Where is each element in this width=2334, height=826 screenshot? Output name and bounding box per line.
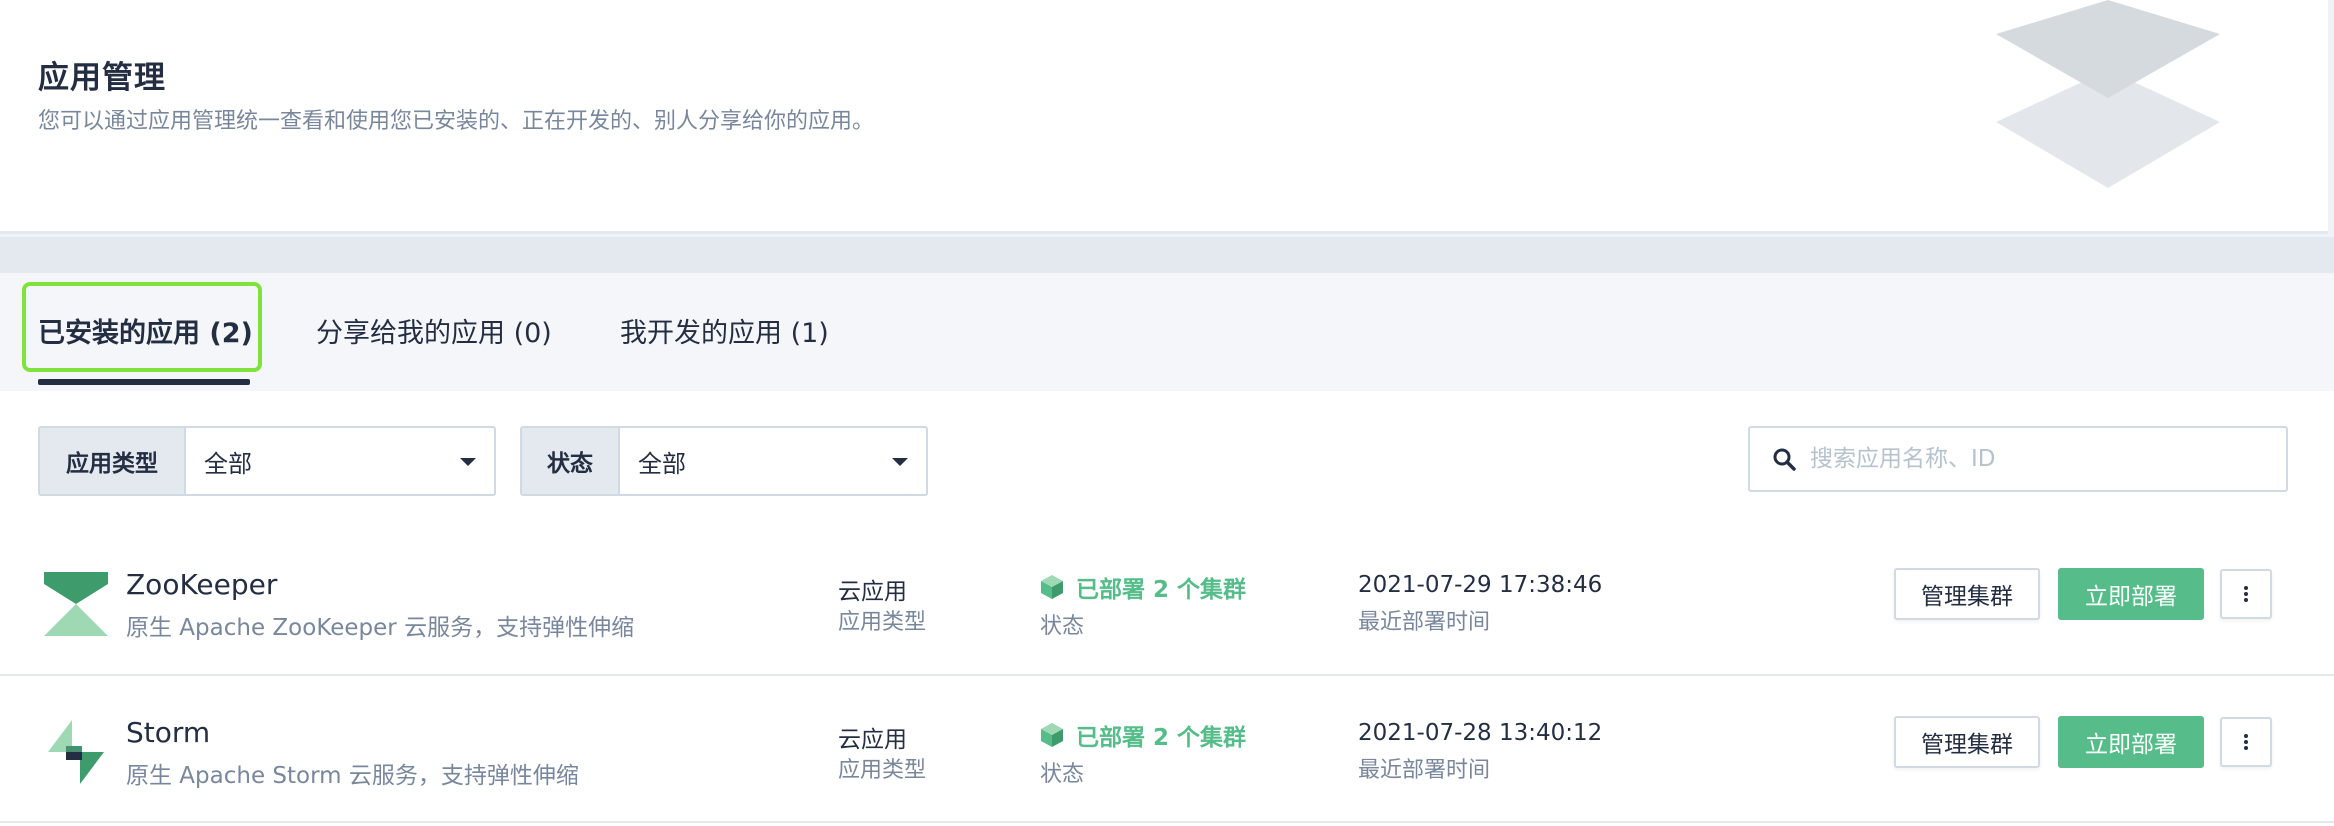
deploy-time-value: 2021-07-28 13:40:12 bbox=[1358, 720, 1603, 746]
status-filter-select[interactable]: 全部 bbox=[620, 428, 926, 494]
app-type-filter-label: 应用类型 bbox=[40, 428, 186, 494]
status-filter[interactable]: 状态 全部 bbox=[520, 426, 928, 496]
app-name[interactable]: ZooKeeper bbox=[126, 568, 277, 601]
status-filter-value: 全部 bbox=[638, 449, 686, 478]
app-type-value: 云应用 bbox=[838, 727, 907, 753]
more-vertical-icon bbox=[2244, 586, 2248, 602]
tab-bar: 已安装的应用 (2) 分享给我的应用 (0) 我开发的应用 (1) bbox=[0, 273, 2334, 391]
more-actions-button[interactable] bbox=[2220, 569, 2272, 619]
storm-logo-icon bbox=[48, 720, 104, 784]
app-list-panel: 应用类型 全部 状态 全部 ZooKeeper 原生 Apache ZooKee… bbox=[0, 391, 2334, 826]
manage-clusters-button[interactable]: 管理集群 bbox=[1894, 568, 2040, 620]
app-type-filter-value: 全部 bbox=[204, 449, 252, 478]
section-divider bbox=[0, 237, 2334, 273]
status-label: 状态 bbox=[1040, 614, 1085, 639]
page-description: 您可以通过应用管理统一查看和使用您已安装的、正在开发的、别人分享给你的应用。 bbox=[38, 109, 875, 134]
active-tab-indicator bbox=[38, 379, 250, 385]
chevron-down-icon bbox=[460, 458, 476, 466]
zookeeper-logo-icon bbox=[44, 572, 108, 636]
manage-clusters-button[interactable]: 管理集群 bbox=[1894, 716, 2040, 768]
page-header: 应用管理 您可以通过应用管理统一查看和使用您已安装的、正在开发的、别人分享给你的… bbox=[0, 0, 2328, 234]
tab-shared-apps[interactable]: 分享给我的应用 (0) bbox=[316, 311, 552, 350]
status-filter-label: 状态 bbox=[522, 428, 620, 494]
search-box[interactable] bbox=[1748, 426, 2288, 492]
search-icon bbox=[1773, 448, 1796, 471]
status-value: 已部署 2 个集群 bbox=[1076, 577, 1247, 603]
chevron-down-icon bbox=[892, 458, 908, 466]
tab-developed-apps[interactable]: 我开发的应用 (1) bbox=[620, 311, 829, 350]
deploy-now-button[interactable]: 立即部署 bbox=[2058, 716, 2204, 768]
status-badge: 已部署 2 个集群 bbox=[1040, 718, 1246, 752]
app-row-storm[interactable]: Storm 原生 Apache Storm 云服务，支持弹性伸缩 云应用 应用类… bbox=[0, 686, 2334, 826]
row-divider bbox=[0, 821, 2334, 823]
deploy-time-label: 最近部署时间 bbox=[1358, 758, 1491, 783]
app-description: 原生 Apache Storm 云服务，支持弹性伸缩 bbox=[126, 763, 579, 789]
page-title: 应用管理 bbox=[38, 60, 166, 96]
row-divider bbox=[0, 674, 2334, 676]
app-type-label: 应用类型 bbox=[838, 758, 927, 783]
cube-icon bbox=[1041, 723, 1063, 747]
deploy-now-button[interactable]: 立即部署 bbox=[2058, 568, 2204, 620]
deploy-time-label: 最近部署时间 bbox=[1358, 610, 1491, 635]
app-type-filter-select[interactable]: 全部 bbox=[186, 428, 494, 494]
app-description: 原生 Apache ZooKeeper 云服务，支持弹性伸缩 bbox=[126, 615, 635, 641]
cube-icon bbox=[1041, 575, 1063, 599]
status-value: 已部署 2 个集群 bbox=[1076, 725, 1247, 751]
app-row-zookeeper[interactable]: ZooKeeper 原生 Apache ZooKeeper 云服务，支持弹性伸缩… bbox=[0, 538, 2334, 686]
more-vertical-icon bbox=[2244, 734, 2248, 750]
app-type-label: 应用类型 bbox=[838, 610, 927, 635]
app-type-value: 云应用 bbox=[838, 579, 907, 605]
tab-installed-apps[interactable]: 已安装的应用 (2) bbox=[38, 311, 253, 350]
status-label: 状态 bbox=[1040, 762, 1085, 787]
app-type-filter[interactable]: 应用类型 全部 bbox=[38, 426, 496, 496]
search-input[interactable] bbox=[1810, 446, 2270, 472]
deploy-time-value: 2021-07-29 17:38:46 bbox=[1358, 572, 1603, 598]
app-name[interactable]: Storm bbox=[126, 716, 210, 749]
status-badge: 已部署 2 个集群 bbox=[1040, 570, 1246, 604]
banner-decoration-icon bbox=[1996, 0, 2220, 188]
more-actions-button[interactable] bbox=[2220, 717, 2272, 767]
